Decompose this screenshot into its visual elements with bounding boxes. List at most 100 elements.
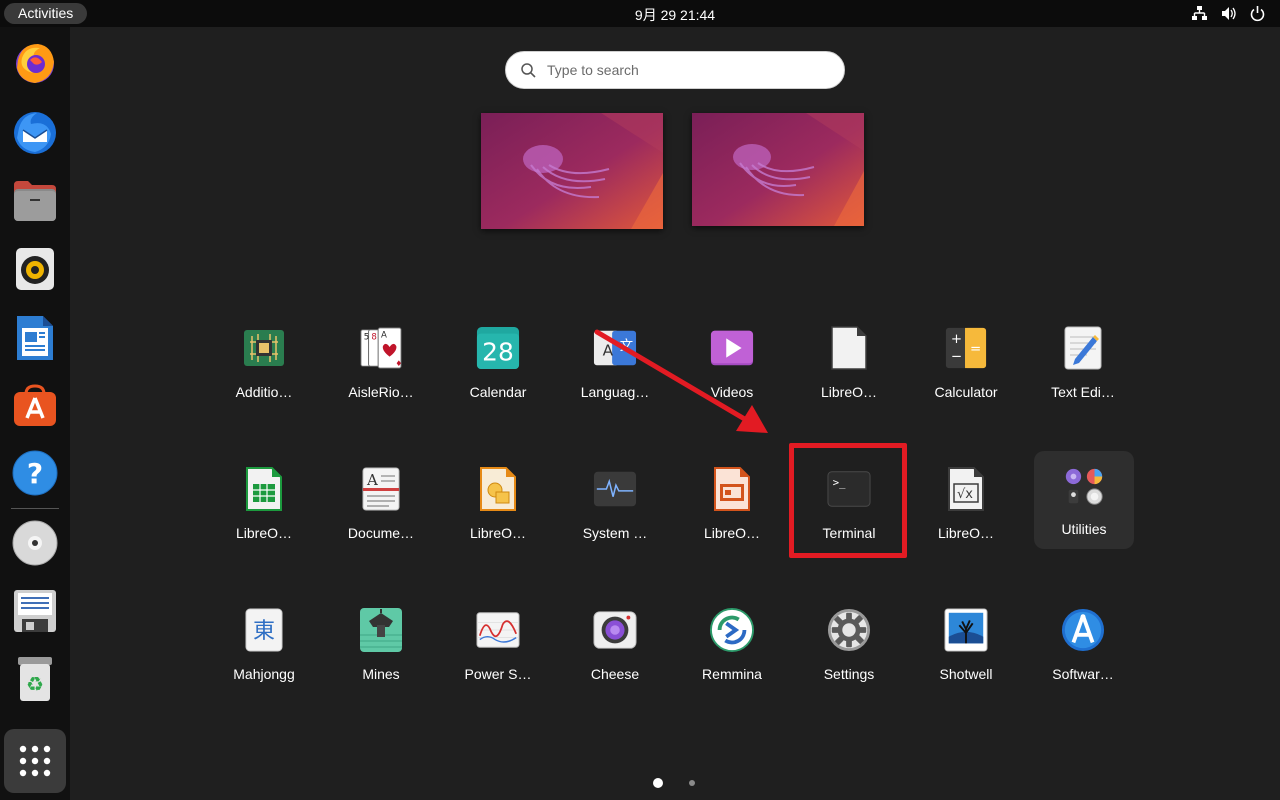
app-label: Softwar… (1052, 666, 1114, 682)
app-libreoffice-math[interactable]: √x LibreO… (916, 457, 1016, 557)
page-indicator-1[interactable] (653, 778, 663, 788)
search-bar[interactable] (505, 51, 845, 89)
wallpaper-jellyfish-image (481, 113, 663, 229)
svg-text:−: − (951, 349, 962, 364)
app-label: Cheese (590, 666, 640, 682)
app-language-support[interactable]: A 文 Languag… (565, 316, 665, 416)
mines-icon (359, 608, 403, 652)
text-editor-icon (1061, 326, 1105, 370)
dock-trash[interactable]: ♻ (9, 653, 61, 705)
svg-text:A: A (381, 330, 387, 340)
app-software[interactable]: Softwar… (1033, 598, 1133, 698)
volume-icon[interactable] (1220, 5, 1237, 22)
app-label: Text Edi… (1051, 384, 1115, 400)
app-document-viewer[interactable]: A Docume… (331, 457, 431, 557)
show-applications-button[interactable] (4, 729, 66, 793)
app-aisleriot[interactable]: 5 8 A ♦ AisleRio… (331, 316, 431, 416)
dock-software[interactable] (9, 379, 61, 431)
rhythmbox-icon (16, 248, 54, 290)
app-label: Additio… (235, 384, 293, 400)
app-label: Power S… (464, 666, 532, 682)
app-label: Docume… (347, 525, 415, 541)
svg-text:+: + (951, 332, 962, 347)
thunderbird-icon (14, 112, 56, 154)
workspace-thumbnail-2[interactable] (692, 113, 864, 226)
app-label: LibreO… (703, 525, 761, 541)
app-calendar[interactable]: 28 Calendar (448, 316, 548, 416)
save-icon (14, 590, 56, 632)
svg-text:?: ? (27, 457, 43, 490)
software-icon (1061, 608, 1105, 652)
dock-save[interactable] (9, 585, 61, 637)
svg-text:28: 28 (482, 337, 514, 366)
page-indicator-2[interactable] (689, 780, 695, 786)
dvd-icon (12, 520, 58, 566)
app-shotwell[interactable]: Shotwell (916, 598, 1016, 698)
search-icon (521, 63, 536, 78)
app-mines[interactable]: Mines (331, 598, 431, 698)
app-settings[interactable]: Settings (799, 598, 899, 698)
app-libreoffice-impress[interactable]: LibreO… (682, 457, 782, 557)
impress-icon (710, 467, 754, 511)
help-icon: ? (12, 450, 58, 496)
dock-firefox[interactable] (9, 37, 61, 89)
videos-icon (710, 326, 754, 370)
network-icon[interactable] (1191, 5, 1208, 22)
utilities-folder-icon (1062, 465, 1106, 509)
app-label: Mines (362, 666, 400, 682)
dock-thunderbird[interactable] (9, 106, 61, 158)
files-icon (14, 181, 56, 221)
app-label: Shotwell (939, 666, 993, 682)
language-icon: A 文 (593, 326, 637, 370)
power-stats-icon (476, 608, 520, 652)
document-viewer-icon: A (359, 467, 403, 511)
libreoffice-icon (827, 326, 871, 370)
firefox-icon (16, 44, 54, 83)
dock-help[interactable]: ? (9, 447, 61, 499)
app-remmina[interactable]: Remmina (682, 598, 782, 698)
trash-icon: ♻ (18, 657, 52, 701)
app-system-monitor[interactable]: System … (565, 457, 665, 557)
dock-writer[interactable] (9, 312, 61, 364)
svg-text:√x: √x (957, 487, 973, 502)
app-label: LibreO… (937, 525, 995, 541)
calc-sheet-icon (242, 467, 286, 511)
cheese-icon (593, 608, 637, 652)
app-libreoffice-draw[interactable]: LibreO… (448, 457, 548, 557)
app-libreoffice[interactable]: LibreO… (799, 316, 899, 416)
ubuntu-software-icon (14, 384, 56, 426)
app-label: Languag… (580, 384, 650, 400)
power-icon[interactable] (1249, 5, 1266, 22)
workspace-thumbnail-1[interactable] (481, 113, 663, 229)
svg-text:♦: ♦ (395, 359, 402, 368)
chip-icon (242, 326, 286, 370)
app-calculator[interactable]: + − = Calculator (916, 316, 1016, 416)
writer-icon (17, 316, 53, 360)
app-additional-drivers[interactable]: Additio… (214, 316, 314, 416)
app-videos[interactable]: Videos (682, 316, 782, 416)
app-cheese[interactable]: Cheese (565, 598, 665, 698)
app-label: Settings (823, 666, 875, 682)
app-text-editor[interactable]: Text Edi… (1033, 316, 1133, 416)
app-power-statistics[interactable]: Power S… (448, 598, 548, 698)
dock-rhythmbox[interactable] (9, 243, 61, 295)
svg-text:A: A (366, 471, 378, 489)
system-tray[interactable] (1191, 5, 1266, 22)
svg-text:=: = (970, 342, 981, 357)
app-libreoffice-calc[interactable]: LibreO… (214, 457, 314, 557)
app-mahjongg[interactable]: 東 Mahjongg (214, 598, 314, 698)
dock-dvd[interactable] (9, 517, 61, 569)
app-label: Calculator (934, 384, 998, 400)
app-grid-icon (19, 745, 51, 777)
svg-text:♻: ♻ (26, 672, 44, 696)
system-monitor-icon (593, 467, 637, 511)
clock-text[interactable]: 9月 29 21:44 (635, 0, 715, 30)
app-label: LibreO… (820, 384, 878, 400)
calculator-icon: + − = (944, 326, 988, 370)
app-utilities-folder[interactable]: Utilities (1034, 451, 1134, 549)
dock-files[interactable] (9, 175, 61, 227)
annotation-highlight-box (789, 443, 907, 558)
svg-text:東: 東 (253, 619, 275, 644)
remmina-icon (710, 608, 754, 652)
search-input[interactable] (547, 52, 837, 88)
